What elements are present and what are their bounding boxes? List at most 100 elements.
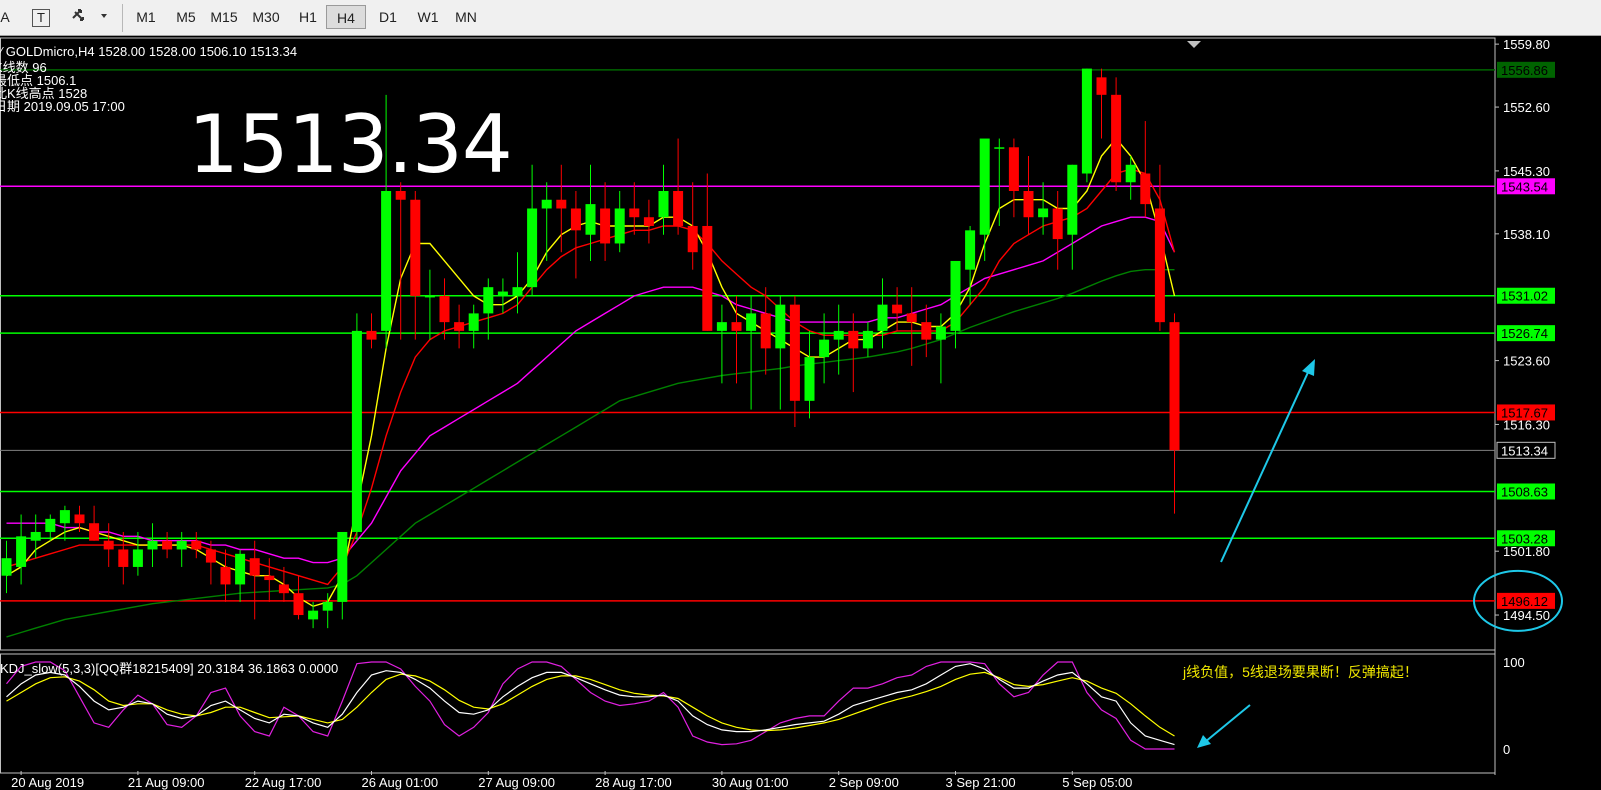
candle-body	[235, 553, 246, 585]
candle-body	[643, 217, 654, 226]
candle-body	[162, 540, 173, 550]
candle-body	[965, 230, 976, 270]
candle-body	[176, 540, 187, 550]
candle-body	[760, 313, 771, 349]
level-price-label: 1531.02	[1501, 289, 1548, 304]
candle-body	[935, 326, 946, 340]
candle-body	[1067, 164, 1078, 235]
kdj-arrow-line	[1204, 704, 1251, 743]
level-price-label: 1508.63	[1501, 484, 1548, 499]
candle-body	[191, 540, 202, 550]
time-axis-label: 26 Aug 01:00	[362, 775, 439, 790]
price-tick-label: 1538.10	[1503, 227, 1550, 242]
price-tick-label: 1545.30	[1503, 164, 1550, 179]
candle-body	[278, 584, 289, 594]
candle-body	[205, 549, 216, 563]
candle-body	[132, 549, 143, 567]
kdj-indicator-label: KDJ_slow(5,3,3)[QQ群18215409] 20.3184 36.…	[0, 661, 339, 676]
candle-body	[1081, 68, 1092, 174]
candle-body	[775, 304, 786, 349]
candle-body	[293, 593, 304, 616]
candle-body	[921, 322, 932, 340]
kdj-tick-label: 100	[1503, 655, 1525, 670]
price-tick-label: 1494.50	[1503, 608, 1550, 623]
candle-body	[249, 558, 260, 576]
candle-body	[702, 225, 713, 331]
level-price-label: 1496.12	[1501, 594, 1548, 609]
candle-body	[59, 510, 70, 524]
candle-body	[1038, 208, 1049, 218]
candle-body	[570, 208, 581, 231]
candle-body	[337, 531, 348, 602]
rebound-arrow-line	[1220, 367, 1311, 563]
candle-body	[994, 147, 1005, 149]
kdj-tick-label: 0	[1503, 742, 1510, 757]
level-price-label: 1556.86	[1501, 63, 1548, 78]
candle-body	[410, 199, 421, 296]
time-axis-label: 22 Aug 17:00	[245, 775, 322, 790]
candle-body	[1154, 208, 1165, 323]
candle-body	[439, 295, 450, 323]
time-axis-label: 28 Aug 17:00	[595, 775, 672, 790]
candle-body	[1008, 147, 1019, 191]
candle-body	[600, 208, 611, 244]
ma-slow-line	[6, 216, 1176, 564]
chart-shift-marker-icon	[1187, 41, 1201, 48]
candle-body	[16, 536, 27, 567]
annotation-note: j线负值，5线退场要果断！反弹搞起！	[1183, 664, 1418, 680]
candle-body	[979, 138, 990, 235]
candle-body	[468, 313, 479, 331]
candle-body	[1023, 191, 1034, 218]
candle-body	[308, 610, 319, 620]
candle-body	[877, 304, 888, 331]
candle-body	[862, 330, 873, 349]
candle-body	[1096, 77, 1107, 95]
candle-body	[527, 208, 538, 288]
level-price-label: 1517.67	[1501, 405, 1548, 420]
candle-body	[819, 339, 830, 358]
candle-body	[804, 357, 815, 401]
candle-body	[673, 191, 684, 226]
candle-body	[746, 313, 757, 331]
last-price-label: 1513.34	[1501, 443, 1548, 458]
time-axis-label: 30 Aug 01:00	[712, 775, 789, 790]
candle-body	[1052, 208, 1063, 240]
candle-body	[629, 208, 640, 218]
time-axis-label: 3 Sep 21:00	[946, 775, 1016, 790]
candle-body	[1125, 164, 1136, 183]
candle-body	[687, 225, 698, 253]
level-price-label: 1526.74	[1501, 326, 1548, 341]
candle-body	[118, 549, 129, 567]
time-axis-label: 21 Aug 09:00	[128, 775, 205, 790]
candle-body	[1111, 94, 1122, 183]
candle-body	[906, 313, 917, 323]
candle-body	[892, 304, 903, 314]
rebound-arrow-head-icon	[1302, 359, 1315, 376]
candle-body	[512, 287, 523, 296]
candle-body	[454, 322, 465, 331]
candle-body	[585, 204, 596, 235]
candle-body	[322, 601, 333, 611]
candle-body	[658, 191, 669, 218]
price-tick-label: 1552.60	[1503, 100, 1550, 115]
candle-body	[381, 191, 392, 331]
candle-body	[45, 518, 56, 532]
candle-body	[1140, 173, 1151, 205]
candle-body	[833, 330, 844, 340]
candle-body	[395, 191, 406, 200]
kdj-arrow-head-icon	[1197, 735, 1211, 748]
candle-body	[74, 514, 85, 524]
candle-body	[541, 199, 552, 209]
time-axis-label: 5 Sep 05:00	[1062, 775, 1132, 790]
candle-body	[556, 199, 567, 209]
big-price-label: 1513.34	[188, 98, 513, 191]
candle-body	[220, 566, 231, 585]
price-tick-label: 1559.80	[1503, 37, 1550, 52]
candle-body	[1169, 322, 1180, 451]
candle-body	[497, 291, 508, 296]
candle-body	[614, 208, 625, 244]
time-axis-label: 2 Sep 09:00	[829, 775, 899, 790]
level-price-label: 1503.28	[1501, 531, 1548, 546]
time-axis-label: 27 Aug 09:00	[478, 775, 555, 790]
candle-body	[366, 330, 377, 340]
